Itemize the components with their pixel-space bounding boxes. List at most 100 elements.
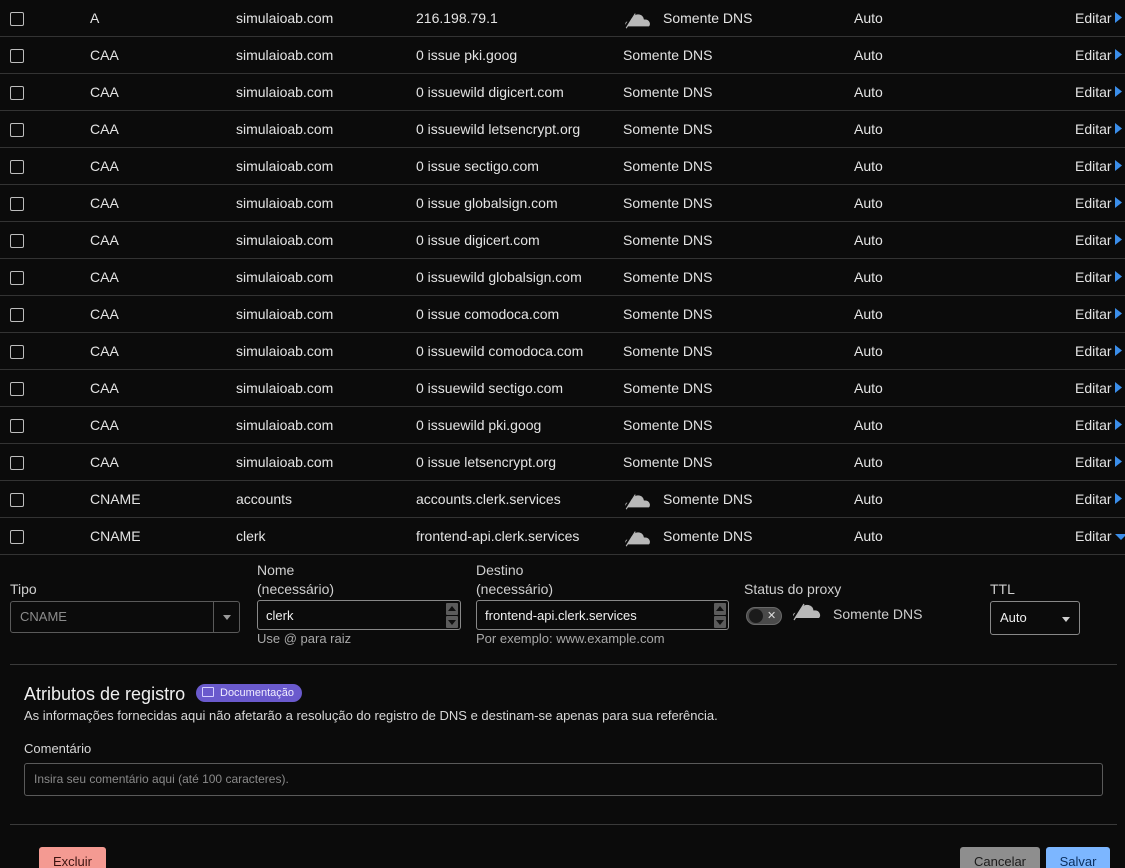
proxy-toggle-knob (749, 609, 763, 623)
row-checkbox[interactable] (10, 419, 24, 433)
record-proxy-label: Somente DNS (623, 84, 713, 100)
record-content: 0 issuewild pki.goog (416, 417, 542, 433)
actions-divider (10, 824, 1117, 825)
record-content: 0 issue globalsign.com (416, 195, 558, 211)
record-name: simulaioab.com (236, 232, 334, 248)
edit-record-link[interactable]: Editar (1075, 222, 1125, 258)
record-name: simulaioab.com (236, 84, 334, 100)
row-checkbox[interactable] (10, 123, 24, 137)
row-checkbox[interactable] (10, 12, 24, 26)
edit-record-link[interactable]: Editar (1075, 296, 1125, 332)
save-button[interactable]: Salvar (1046, 847, 1110, 868)
record-content: 216.198.79.1 (416, 10, 498, 26)
edit-label: Editar (1075, 232, 1112, 248)
row-checkbox[interactable] (10, 271, 24, 285)
record-proxy-status: Somente DNS (623, 407, 712, 443)
caret-right-icon (1114, 481, 1125, 517)
record-content: 0 issuewild comodoca.com (416, 343, 584, 359)
target-spinner[interactable] (714, 603, 726, 628)
record-proxy-label: Somente DNS (623, 47, 713, 63)
table-row: CAA simulaioab.com 0 issuewild digicert.co… (0, 74, 1125, 111)
edit-record-link[interactable]: Editar (1075, 111, 1125, 147)
edit-record-link[interactable]: Editar (1075, 518, 1125, 554)
name-input[interactable]: clerk (257, 600, 461, 630)
edit-label: Editar (1075, 343, 1112, 359)
type-select[interactable]: CNAME (10, 601, 240, 633)
record-proxy-status: Somente DNS (623, 370, 712, 406)
record-type: CAA (90, 195, 119, 211)
record-name: simulaioab.com (236, 195, 334, 211)
edit-label: Editar (1075, 121, 1112, 137)
edit-record-link[interactable]: Editar (1075, 0, 1125, 36)
record-proxy-label: Somente DNS (623, 269, 713, 285)
row-checkbox[interactable] (10, 308, 24, 322)
spinner-up-icon[interactable] (714, 603, 726, 615)
table-row: CNAME clerk frontend-api.clerk.services Som… (0, 518, 1125, 555)
edit-record-link[interactable]: Editar (1075, 444, 1125, 480)
comment-input[interactable]: Insira seu comentário aqui (até 100 cara… (24, 763, 1103, 796)
record-type: CNAME (90, 491, 141, 507)
documentation-link[interactable]: Documentação (196, 684, 302, 702)
record-proxy-status: Somente DNS (623, 148, 712, 184)
row-checkbox[interactable] (10, 382, 24, 396)
row-checkbox[interactable] (10, 49, 24, 63)
record-attributes-description: As informações fornecidas aqui não afeta… (24, 708, 718, 723)
row-checkbox[interactable] (10, 456, 24, 470)
record-ttl: Auto (854, 343, 883, 359)
caret-right-icon (1114, 222, 1125, 258)
target-input-value: frontend-api.clerk.services (485, 608, 637, 623)
target-input[interactable]: frontend-api.clerk.services (476, 600, 729, 630)
spinner-up-icon[interactable] (446, 603, 458, 615)
record-proxy-label: Somente DNS (623, 306, 713, 322)
record-type: CAA (90, 417, 119, 433)
edit-record-link[interactable]: Editar (1075, 259, 1125, 295)
record-name: simulaioab.com (236, 343, 334, 359)
row-checkbox[interactable] (10, 160, 24, 174)
record-name: simulaioab.com (236, 417, 334, 433)
record-name: simulaioab.com (236, 269, 334, 285)
caret-right-icon (1114, 296, 1125, 332)
row-checkbox[interactable] (10, 493, 24, 507)
row-checkbox[interactable] (10, 234, 24, 248)
dns-records-page: Asimulaioab.com 216.198.79.1 Somente DNS Au… (0, 0, 1125, 868)
record-ttl: Auto (854, 528, 883, 544)
edit-record-link[interactable]: Editar (1075, 185, 1125, 221)
record-ttl: Auto (854, 195, 883, 211)
table-row: CAA simulaioab.com 0 issue sectigo.com Some… (0, 148, 1125, 185)
row-checkbox[interactable] (10, 345, 24, 359)
comment-label: Comentário (24, 741, 92, 756)
record-proxy-status: Somente DNS (623, 296, 712, 332)
edit-record-link[interactable]: Editar (1075, 333, 1125, 369)
edit-record-link[interactable]: Editar (1075, 74, 1125, 110)
table-row: CAA simulaioab.com 0 issue pki.goog Somente… (0, 37, 1125, 74)
record-proxy-label: Somente DNS (663, 491, 753, 507)
edit-record-link[interactable]: Editar (1075, 407, 1125, 443)
proxy-toggle[interactable]: ✕ (746, 607, 782, 625)
row-checkbox[interactable] (10, 530, 24, 544)
cancel-button[interactable]: Cancelar (960, 847, 1040, 868)
row-checkbox[interactable] (10, 197, 24, 211)
edit-record-link[interactable]: Editar (1075, 370, 1125, 406)
caret-down-icon (1114, 518, 1125, 554)
delete-button[interactable]: Excluir (39, 847, 106, 868)
edit-record-link[interactable]: Editar (1075, 37, 1125, 73)
record-type: CAA (90, 121, 119, 137)
row-checkbox[interactable] (10, 86, 24, 100)
name-spinner[interactable] (446, 603, 458, 628)
target-required-label: (necessário) (476, 581, 554, 597)
record-type: CAA (90, 306, 119, 322)
edit-label: Editar (1075, 491, 1112, 507)
record-type: CAA (90, 158, 119, 174)
chevron-down-icon (223, 615, 231, 620)
edit-record-link[interactable]: Editar (1075, 481, 1125, 517)
edit-label: Editar (1075, 380, 1112, 396)
edit-record-link[interactable]: Editar (1075, 148, 1125, 184)
spinner-down-icon[interactable] (446, 616, 458, 628)
proxy-status-label: Status do proxy (744, 581, 842, 597)
ttl-select[interactable]: Auto (990, 601, 1080, 635)
spinner-down-icon[interactable] (714, 616, 726, 628)
record-type: CAA (90, 343, 119, 359)
record-type: A (90, 10, 100, 26)
cloud-icon (623, 488, 653, 511)
record-ttl: Auto (854, 417, 883, 433)
